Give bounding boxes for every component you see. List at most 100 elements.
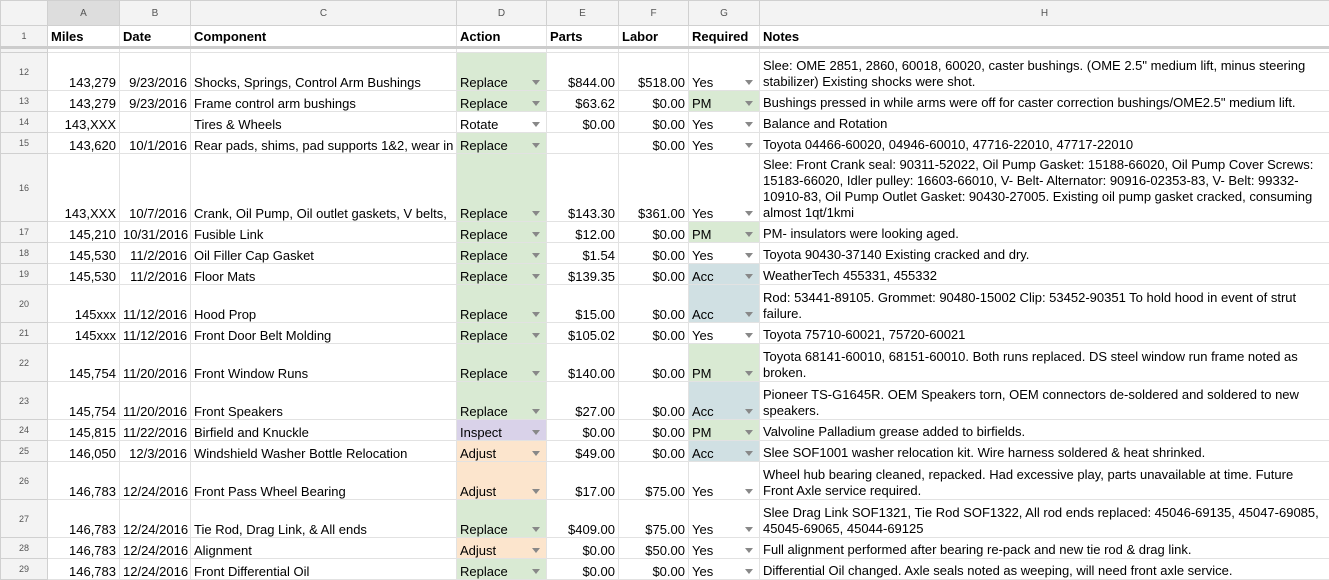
parts-cell[interactable]: $409.00 xyxy=(547,500,619,538)
action-dropdown[interactable]: Adjust xyxy=(457,441,547,462)
notes-cell[interactable]: Differential Oil changed. Axle seals not… xyxy=(760,559,1329,580)
dropdown-arrow-icon[interactable] xyxy=(532,211,540,216)
required-dropdown[interactable]: Yes xyxy=(689,112,760,133)
notes-cell[interactable]: Full alignment performed after bearing r… xyxy=(760,538,1329,559)
dropdown-arrow-icon[interactable] xyxy=(745,548,753,553)
notes-cell[interactable]: Wheel hub bearing cleaned, repacked. Had… xyxy=(760,462,1329,500)
column-header-a[interactable]: A xyxy=(48,1,120,26)
dropdown-arrow-icon[interactable] xyxy=(532,548,540,553)
action-dropdown[interactable]: Inspect xyxy=(457,420,547,441)
date-cell[interactable]: 11/22/2016 xyxy=(120,420,191,441)
row-header[interactable]: 1 xyxy=(1,26,48,48)
dropdown-arrow-icon[interactable] xyxy=(745,312,753,317)
dropdown-arrow-icon[interactable] xyxy=(532,451,540,456)
row-header[interactable]: 27 xyxy=(1,500,48,538)
labor-cell[interactable]: $0.00 xyxy=(619,559,689,580)
component-cell[interactable]: Front Differential Oil xyxy=(191,559,457,580)
notes-cell[interactable]: Pioneer TS-G1645R. OEM Speakers torn, OE… xyxy=(760,382,1329,420)
parts-cell[interactable]: $139.35 xyxy=(547,264,619,285)
notes-cell[interactable]: Toyota 04466-60020, 04946-60010, 47716-2… xyxy=(760,133,1329,154)
action-dropdown[interactable]: Adjust xyxy=(457,462,547,500)
labor-cell[interactable]: $361.00 xyxy=(619,154,689,222)
parts-cell[interactable]: $0.00 xyxy=(547,112,619,133)
dropdown-arrow-icon[interactable] xyxy=(532,371,540,376)
required-dropdown[interactable]: Yes xyxy=(689,500,760,538)
component-cell[interactable]: Oil Filler Cap Gasket xyxy=(191,243,457,264)
parts-cell[interactable]: $12.00 xyxy=(547,222,619,243)
column-header-f[interactable]: F xyxy=(619,1,689,26)
row-header[interactable]: 15 xyxy=(1,133,48,154)
date-cell[interactable]: 10/31/2016 xyxy=(120,222,191,243)
labor-cell[interactable]: $0.00 xyxy=(619,323,689,344)
dropdown-arrow-icon[interactable] xyxy=(745,333,753,338)
dropdown-arrow-icon[interactable] xyxy=(745,143,753,148)
miles-cell[interactable]: 145,530 xyxy=(48,243,120,264)
date-cell[interactable]: 11/12/2016 xyxy=(120,323,191,344)
column-header-c[interactable]: C xyxy=(191,1,457,26)
miles-cell[interactable]: 146,783 xyxy=(48,538,120,559)
column-header-h[interactable]: H xyxy=(760,1,1329,26)
date-cell[interactable]: 10/7/2016 xyxy=(120,154,191,222)
labor-cell[interactable]: $0.00 xyxy=(619,382,689,420)
dropdown-arrow-icon[interactable] xyxy=(532,489,540,494)
action-dropdown[interactable]: Adjust xyxy=(457,538,547,559)
header-cell-action[interactable]: Action xyxy=(457,26,547,48)
required-dropdown[interactable]: Yes xyxy=(689,462,760,500)
parts-cell[interactable]: $0.00 xyxy=(547,420,619,441)
dropdown-arrow-icon[interactable] xyxy=(532,253,540,258)
row-header[interactable]: 18 xyxy=(1,243,48,264)
notes-cell[interactable]: Slee: Front Crank seal: 90311-52022, Oil… xyxy=(760,154,1329,222)
date-cell[interactable]: 11/2/2016 xyxy=(120,243,191,264)
dropdown-arrow-icon[interactable] xyxy=(745,232,753,237)
labor-cell[interactable]: $0.00 xyxy=(619,420,689,441)
component-cell[interactable]: Front Door Belt Molding xyxy=(191,323,457,344)
notes-cell[interactable]: Toyota 75710-60021, 75720-60021 xyxy=(760,323,1329,344)
dropdown-arrow-icon[interactable] xyxy=(532,430,540,435)
required-dropdown[interactable]: Yes xyxy=(689,559,760,580)
column-header-d[interactable]: D xyxy=(457,1,547,26)
labor-cell[interactable]: $0.00 xyxy=(619,285,689,323)
miles-cell[interactable]: 145,754 xyxy=(48,344,120,382)
header-cell-required[interactable]: Required xyxy=(689,26,760,48)
action-dropdown[interactable]: Replace xyxy=(457,154,547,222)
dropdown-arrow-icon[interactable] xyxy=(532,80,540,85)
row-header[interactable]: 28 xyxy=(1,538,48,559)
parts-cell[interactable]: $844.00 xyxy=(547,53,619,91)
action-dropdown[interactable]: Replace xyxy=(457,285,547,323)
row-header[interactable]: 19 xyxy=(1,264,48,285)
action-dropdown[interactable]: Replace xyxy=(457,344,547,382)
dropdown-arrow-icon[interactable] xyxy=(745,253,753,258)
miles-cell[interactable]: 145xxx xyxy=(48,285,120,323)
dropdown-arrow-icon[interactable] xyxy=(532,569,540,574)
action-dropdown[interactable]: Replace xyxy=(457,243,547,264)
component-cell[interactable]: Hood Prop xyxy=(191,285,457,323)
labor-cell[interactable]: $0.00 xyxy=(619,264,689,285)
dropdown-arrow-icon[interactable] xyxy=(532,101,540,106)
parts-cell[interactable]: $63.62 xyxy=(547,91,619,112)
labor-cell[interactable]: $75.00 xyxy=(619,500,689,538)
dropdown-arrow-icon[interactable] xyxy=(532,333,540,338)
dropdown-arrow-icon[interactable] xyxy=(745,80,753,85)
component-cell[interactable]: Fusible Link xyxy=(191,222,457,243)
row-header[interactable]: 14 xyxy=(1,112,48,133)
required-dropdown[interactable]: Yes xyxy=(689,154,760,222)
required-dropdown[interactable]: PM xyxy=(689,344,760,382)
dropdown-arrow-icon[interactable] xyxy=(745,489,753,494)
component-cell[interactable]: Rear pads, shims, pad supports 1&2, wear… xyxy=(191,133,457,154)
row-header[interactable]: 20 xyxy=(1,285,48,323)
notes-cell[interactable]: WeatherTech 455331, 455332 xyxy=(760,264,1329,285)
row-header[interactable]: 17 xyxy=(1,222,48,243)
dropdown-arrow-icon[interactable] xyxy=(532,232,540,237)
miles-cell[interactable]: 145,754 xyxy=(48,382,120,420)
date-cell[interactable]: 11/20/2016 xyxy=(120,382,191,420)
header-cell-labor[interactable]: Labor xyxy=(619,26,689,48)
required-dropdown[interactable]: Yes xyxy=(689,133,760,154)
dropdown-arrow-icon[interactable] xyxy=(532,312,540,317)
date-cell[interactable]: 10/1/2016 xyxy=(120,133,191,154)
date-cell[interactable]: 12/24/2016 xyxy=(120,559,191,580)
component-cell[interactable]: Tires & Wheels xyxy=(191,112,457,133)
parts-cell[interactable] xyxy=(547,133,619,154)
date-cell[interactable]: 11/2/2016 xyxy=(120,264,191,285)
component-cell[interactable]: Floor Mats xyxy=(191,264,457,285)
date-cell[interactable]: 12/3/2016 xyxy=(120,441,191,462)
